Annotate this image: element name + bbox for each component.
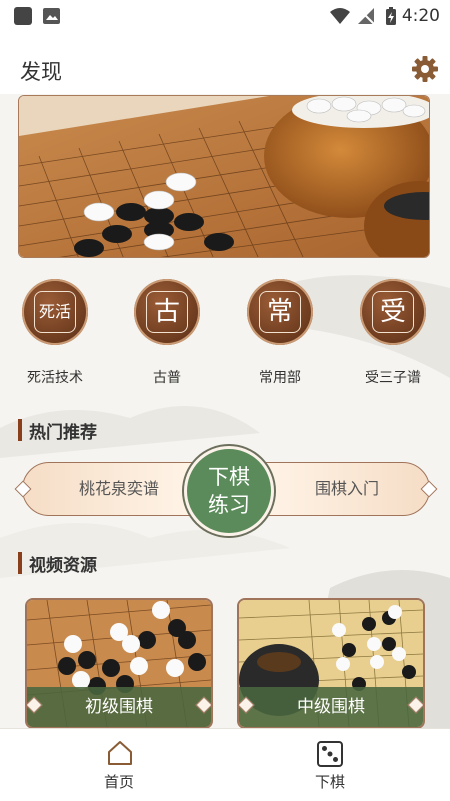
banner-image[interactable] bbox=[18, 95, 430, 258]
category-three-stone[interactable]: 受 受三子谱 bbox=[350, 279, 440, 389]
category-label: 死活技术 bbox=[27, 370, 83, 386]
play-practice-button[interactable]: 下棋 练习 bbox=[184, 446, 274, 536]
ancient-icon: 古 bbox=[134, 279, 200, 345]
video-label: 初级围棋 bbox=[27, 687, 211, 727]
category-char: 死活 bbox=[34, 291, 76, 333]
three-stone-icon: 受 bbox=[360, 279, 426, 345]
gear-icon[interactable] bbox=[410, 54, 440, 84]
signal-icons bbox=[330, 7, 396, 25]
clock: 4:20 bbox=[401, 6, 440, 26]
category-label: 常用部 bbox=[259, 370, 301, 386]
nav-home-label: 首页 bbox=[103, 773, 134, 791]
play-practice-line2: 练习 bbox=[208, 493, 250, 517]
nav-play[interactable]: 下棋 bbox=[270, 729, 390, 801]
category-deathlife[interactable]: 死活 死活技术 bbox=[12, 279, 102, 389]
deathlife-icon: 死活 bbox=[22, 279, 88, 345]
recommend-bar: 桃花泉奕谱 围棋入门 下棋 练习 bbox=[14, 446, 438, 536]
nav-play-label: 下棋 bbox=[314, 773, 345, 791]
recommend-taohuaquan[interactable]: 桃花泉奕谱 bbox=[34, 462, 204, 516]
bottom-nav: 首页 下棋 bbox=[0, 728, 450, 801]
top-bar bbox=[0, 32, 450, 94]
dice-icon bbox=[317, 741, 343, 767]
video-card-intermediate[interactable]: 中级围棋 bbox=[237, 598, 425, 729]
nav-home[interactable]: 首页 bbox=[59, 729, 179, 801]
category-char: 受 bbox=[372, 291, 414, 333]
category-char: 常 bbox=[259, 291, 301, 333]
video-card-beginner[interactable]: 初级围棋 bbox=[25, 598, 213, 729]
home-icon bbox=[108, 741, 132, 765]
section-title-video: 视频资源 bbox=[18, 551, 97, 576]
common-icon: 常 bbox=[247, 279, 313, 345]
recommend-go-intro[interactable]: 围棋入门 bbox=[262, 462, 432, 516]
category-char: 古 bbox=[146, 291, 188, 333]
section-title-hot: 热门推荐 bbox=[18, 418, 97, 443]
category-common[interactable]: 常 常用部 bbox=[237, 279, 327, 389]
category-label: 古普 bbox=[153, 370, 181, 386]
notification-icon bbox=[14, 7, 32, 25]
category-label: 受三子谱 bbox=[365, 370, 421, 386]
play-practice-line1: 下棋 bbox=[208, 465, 250, 489]
status-bar: 4:20 bbox=[0, 0, 450, 32]
video-label: 中级围棋 bbox=[239, 687, 423, 727]
page-title: 发现 bbox=[20, 60, 62, 84]
image-icon bbox=[43, 8, 60, 24]
category-ancient[interactable]: 古 古普 bbox=[124, 279, 214, 389]
